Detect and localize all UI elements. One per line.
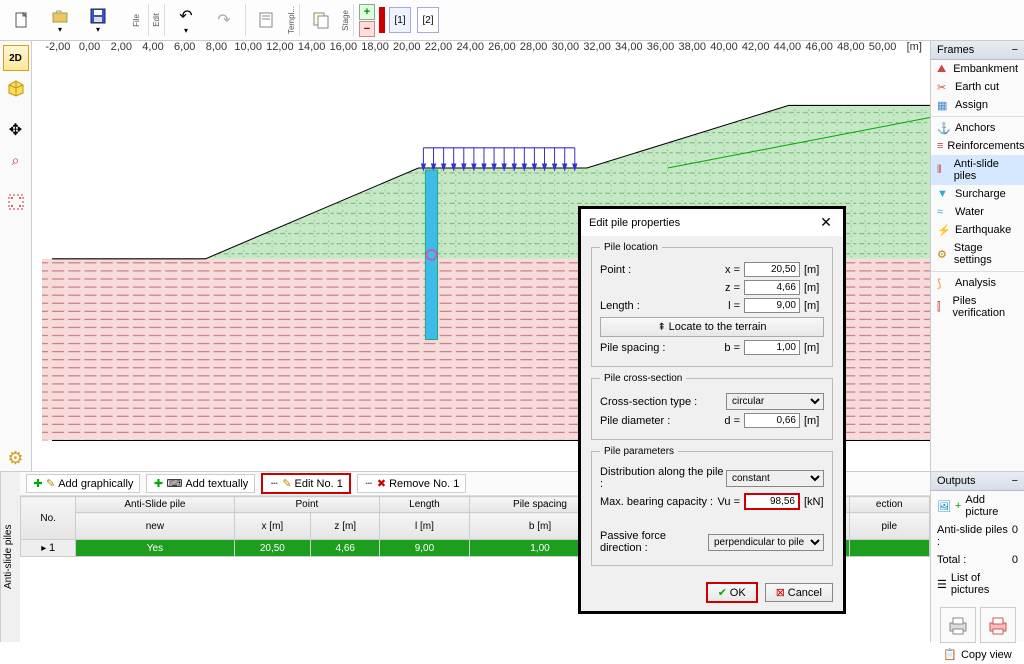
print-color-button[interactable] (980, 607, 1016, 643)
pan-button[interactable]: ✥ (3, 117, 29, 143)
ok-button[interactable]: ✔ OK (706, 582, 758, 603)
edit-pile-dialog: Edit pile properties ✕ Pile location Poi… (578, 206, 846, 614)
fit-button[interactable] (3, 189, 29, 215)
file-label: File (132, 14, 141, 27)
output-count-total: Total :0 (931, 551, 1024, 569)
frame-item-embankment[interactable]: ⛰Embankment (931, 60, 1024, 78)
bottom-tab-label[interactable]: Anti-slide piles (0, 472, 20, 642)
stage-1-button[interactable]: [1] (389, 7, 411, 33)
spacing-input[interactable] (744, 340, 800, 355)
pile-params-legend: Pile parameters (600, 446, 678, 457)
x-input[interactable] (744, 262, 800, 277)
view-3d-button[interactable] (3, 75, 29, 101)
minimize-icon[interactable]: − (1012, 44, 1018, 56)
list-pictures-button[interactable]: ☰ List of pictures (931, 569, 1024, 599)
remove-no-button[interactable]: ┄✖ Remove No. 1 (357, 474, 467, 493)
zoom-button[interactable]: ⌕ (3, 147, 29, 173)
frame-item-earth-cut[interactable]: ✂Earth cut (931, 78, 1024, 96)
frame-item-surcharge[interactable]: ▼Surcharge (931, 185, 1024, 203)
view-toolbar: 2D ✥ ⌕ ⚙ (0, 41, 32, 471)
copy-button[interactable] (303, 2, 339, 38)
frame-item-water[interactable]: ≈Water (931, 203, 1024, 221)
add-graphically-button[interactable]: ✚✎ Add graphically (26, 474, 140, 493)
output-count-piles: Anti-slide piles :0 (931, 521, 1024, 551)
frames-panel: Frames− ⛰Embankment✂Earth cut▦Assign ⚓Anc… (930, 41, 1024, 471)
view-2d-button[interactable]: 2D (3, 45, 29, 71)
stage-label: Stage (341, 10, 350, 31)
frame-item-stage-settings[interactable]: ⚙Stage settings (931, 239, 1024, 269)
redo-button[interactable]: ↷ (206, 2, 242, 38)
print-button[interactable] (940, 607, 976, 643)
main-toolbar: ▾ ▾ File Edit ↶▾ ↷ Templ... Stage + − [1… (0, 0, 1024, 41)
stage-add-button[interactable]: + (359, 4, 375, 20)
edit-no-button[interactable]: ┄✎ Edit No. 1 (261, 473, 351, 494)
locate-terrain-button[interactable]: ⇞ Locate to the terrain (600, 317, 824, 337)
outputs-panel: Outputs − 🖼+ Add picture Anti-slide piles… (930, 472, 1024, 642)
frame-item-anti-slide-piles[interactable]: ⫴Anti-slide piles (931, 155, 1024, 185)
frame-item-analysis[interactable]: ⟆Analysis (931, 274, 1024, 292)
diameter-input[interactable] (744, 413, 800, 428)
stage-remove-button[interactable]: − (359, 21, 375, 37)
file-save-button[interactable]: ▾ (80, 2, 116, 38)
undo-button[interactable]: ↶▾ (168, 2, 204, 38)
ruler-top: -2,000,002,004,006,008,0010,0012,0014,00… (42, 41, 930, 57)
close-icon[interactable]: ✕ (817, 214, 835, 231)
outputs-header: Outputs (937, 475, 976, 487)
length-input[interactable] (744, 298, 800, 313)
templ-label: Templ... (287, 6, 296, 34)
edit-label: Edit (152, 13, 161, 27)
stage-marker (379, 7, 385, 33)
cancel-button[interactable]: ⊠ Cancel (765, 583, 833, 602)
copy-view-button[interactable]: 📋 Copy view (931, 645, 1024, 664)
add-picture-button[interactable]: 🖼+ Add picture (931, 491, 1024, 521)
stage-2-button[interactable]: [2] (417, 7, 439, 33)
file-new-button[interactable] (4, 2, 40, 38)
settings-gear-button[interactable]: ⚙ (3, 445, 29, 471)
file-open-button[interactable]: ▾ (42, 2, 78, 38)
pile-location-legend: Pile location (600, 242, 662, 253)
minimize-icon[interactable]: − (1012, 475, 1018, 487)
frame-item-assign[interactable]: ▦Assign (931, 96, 1024, 114)
add-textually-button[interactable]: ✚⌨ Add textually (146, 474, 255, 493)
distribution-select[interactable]: constant (726, 470, 824, 487)
passive-force-select[interactable]: perpendicular to pile (708, 534, 824, 551)
cross-section-select[interactable]: circular (726, 393, 824, 410)
template-button[interactable] (249, 2, 285, 38)
dialog-title: Edit pile properties (589, 217, 680, 229)
frame-item-piles-verification[interactable]: ⫿Piles verification (931, 292, 1024, 322)
frame-item-reinforcements[interactable]: ≡Reinforcements (931, 137, 1024, 155)
frame-item-earthquake[interactable]: ⚡Earthquake (931, 221, 1024, 239)
cross-section-legend: Pile cross-section (600, 373, 686, 384)
vu-input[interactable] (744, 493, 800, 510)
z-input[interactable] (744, 280, 800, 295)
frames-header: Frames− (931, 41, 1024, 60)
frame-item-anchors[interactable]: ⚓Anchors (931, 119, 1024, 137)
